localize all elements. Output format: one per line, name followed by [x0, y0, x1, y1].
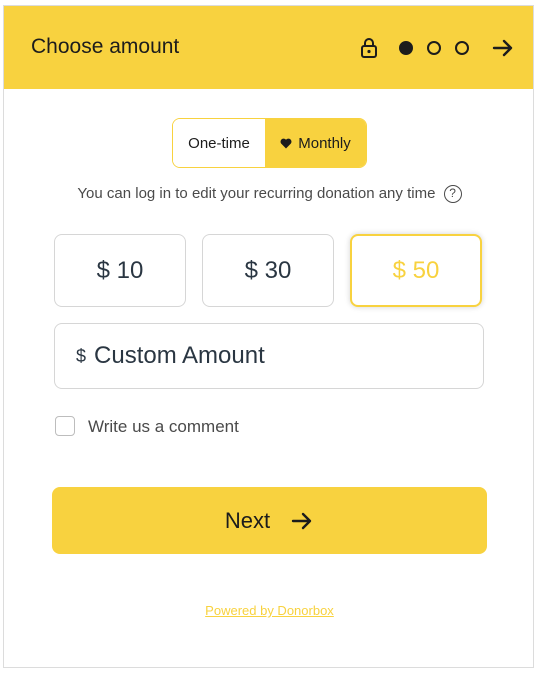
currency-symbol: $	[76, 345, 87, 366]
next-button[interactable]: Next	[52, 487, 487, 554]
form-header: Choose amount	[4, 6, 533, 89]
donation-form: Choose amount One-time Monthly You can l…	[3, 5, 534, 668]
recurring-note: You can log in to edit your recurring do…	[4, 185, 535, 204]
amount-option-30[interactable]: $ 30	[202, 234, 334, 307]
comment-checkbox[interactable]	[55, 416, 75, 436]
next-step-arrow-icon[interactable]	[491, 36, 515, 60]
arrow-right-icon	[291, 512, 312, 529]
help-icon[interactable]: ?	[443, 185, 462, 204]
amount-label: $ 30	[244, 256, 292, 284]
form-title: Choose amount	[31, 35, 180, 58]
amount-option-50[interactable]: $ 50	[350, 234, 482, 307]
amount-label: $ 50	[392, 256, 440, 284]
next-button-label: Next	[224, 507, 271, 533]
monthly-label: Monthly	[298, 134, 351, 152]
custom-amount-input[interactable]	[92, 341, 457, 371]
step-dot-2	[427, 41, 441, 55]
lock-icon	[361, 38, 377, 58]
step-dot-3	[455, 41, 469, 55]
recurring-note-text: You can log in to edit your recurring do…	[77, 185, 436, 202]
step-dot-1	[399, 41, 413, 55]
powered-by-link[interactable]: Powered by Donorbox	[4, 603, 535, 618]
amount-label: $ 10	[96, 256, 144, 284]
amount-option-10[interactable]: $ 10	[54, 234, 186, 307]
heart-icon	[280, 138, 292, 148]
frequency-toggle: One-time Monthly	[172, 118, 367, 168]
custom-amount-field: $	[54, 323, 484, 389]
comment-label[interactable]: Write us a comment	[88, 417, 239, 437]
monthly-option[interactable]: Monthly	[265, 119, 366, 167]
one-time-option[interactable]: One-time	[173, 119, 265, 167]
one-time-label: One-time	[188, 134, 250, 152]
